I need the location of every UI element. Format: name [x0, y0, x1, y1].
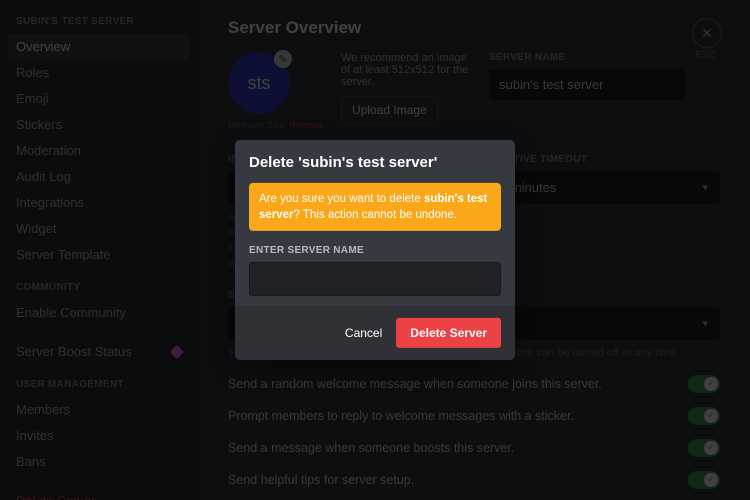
modal-input-label: ENTER SERVER NAME	[249, 245, 501, 256]
cancel-button[interactable]: Cancel	[345, 326, 382, 340]
modal-warning: Are you sure you want to delete subin's …	[249, 183, 501, 231]
delete-server-modal: Delete 'subin's test server' Are you sur…	[235, 140, 515, 360]
delete-server-button[interactable]: Delete Server	[396, 318, 501, 348]
confirm-server-name-input[interactable]	[249, 262, 501, 296]
modal-title: Delete 'subin's test server'	[249, 154, 501, 171]
